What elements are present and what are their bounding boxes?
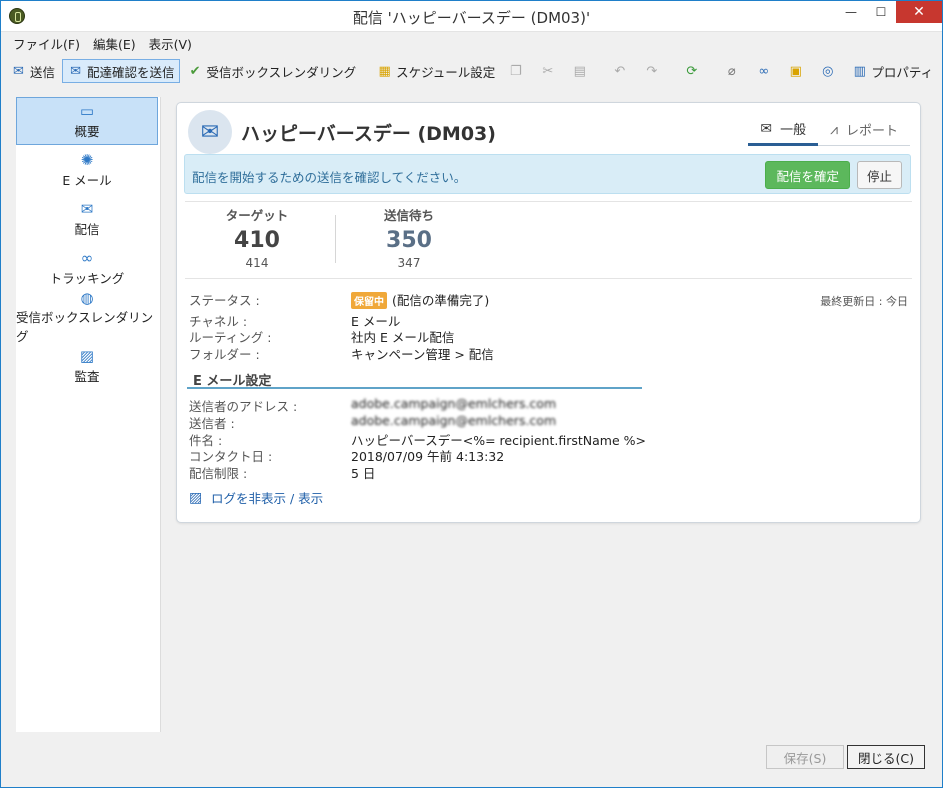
overview-card: ✉ ハッピーバースデー (DM03) ✉ 一般 ⩘ レポート 配信を開始するため… bbox=[176, 102, 921, 523]
folder-label: フォルダー : bbox=[189, 347, 260, 362]
copy-icon: ❐ bbox=[509, 63, 522, 79]
schedule-button[interactable]: ▦ スケジュール設定 bbox=[371, 59, 500, 83]
send-button[interactable]: ✉ 送信 bbox=[5, 59, 60, 83]
globe-icon: ◍ bbox=[80, 289, 94, 307]
page-title: ハッピーバースデー (DM03) bbox=[241, 123, 496, 145]
refresh-icon: ⟳ bbox=[686, 63, 698, 79]
delivery-limit-label: 配信制限 : bbox=[189, 466, 248, 481]
minimize-button[interactable]: — bbox=[836, 1, 866, 23]
confirm-banner: 配信を開始するための送信を確認してください。 配信を確定 停止 bbox=[184, 154, 911, 194]
target-icon: ◎ bbox=[822, 63, 834, 79]
save-button[interactable]: 保存(S) bbox=[766, 745, 844, 769]
sidebar-item-tracking[interactable]: ∞ トラッキング bbox=[16, 244, 158, 292]
close-window-button[interactable]: ✕ bbox=[896, 1, 942, 23]
sidebar-item-email[interactable]: ✺ E メール bbox=[16, 146, 158, 194]
section-underline bbox=[187, 387, 642, 389]
pending-stat: 送信待ち 350 347 bbox=[334, 205, 484, 270]
status-badge: 保留中 bbox=[351, 292, 387, 309]
calendar-icon: ▦ bbox=[378, 63, 391, 79]
audit-icon: ▨ bbox=[79, 347, 95, 365]
divider bbox=[185, 201, 912, 202]
link-icon: ∞ bbox=[758, 63, 770, 79]
refresh-button[interactable]: ⟳ bbox=[678, 59, 708, 83]
cut-icon: ✂ bbox=[542, 63, 554, 79]
undo-icon: ↶ bbox=[614, 63, 626, 79]
tracking-icon: ∞ bbox=[80, 249, 94, 267]
delivery-icon: ✉ bbox=[80, 200, 94, 218]
paste-icon: ▤ bbox=[573, 63, 586, 79]
menu-file[interactable]: ファイル(F) bbox=[7, 32, 87, 54]
view-tabs: ✉ 一般 ⩘ レポート bbox=[748, 119, 910, 146]
target-button[interactable]: ◎ bbox=[814, 59, 844, 83]
offer-button[interactable]: ▣ bbox=[782, 59, 812, 83]
target-stat: ターゲット 410 414 bbox=[182, 205, 332, 270]
cut-button[interactable]: ✂ bbox=[534, 59, 564, 83]
pending-label: 送信待ち bbox=[383, 208, 434, 223]
delivery-avatar-icon: ✉ bbox=[188, 110, 232, 154]
window-title: 配信 'ハッピーバースデー (DM03)' bbox=[352, 9, 591, 27]
sidebar-item-inbox-rendering[interactable]: ◍ 受信ボックスレンダリング bbox=[16, 289, 158, 344]
proof-envelope-icon: ✉ bbox=[70, 63, 81, 79]
send-proof-button[interactable]: ✉ 配達確認を送信 bbox=[62, 59, 180, 83]
overview-icon: ▭ bbox=[79, 102, 95, 120]
pending-value: 350 bbox=[386, 228, 432, 253]
inbox-rendering-button[interactable]: ✔ 受信ボックスレンダリング bbox=[182, 59, 362, 83]
paste-button[interactable]: ▤ bbox=[566, 59, 596, 83]
sidebar-item-audit[interactable]: ▨ 監査 bbox=[16, 342, 158, 390]
delivery-limit-value: 5 日 bbox=[351, 466, 376, 481]
close-button[interactable]: 閉じる(C) bbox=[847, 745, 925, 769]
confirm-delivery-button[interactable]: 配信を確定 bbox=[765, 161, 850, 189]
stop-button[interactable]: 停止 bbox=[856, 161, 902, 189]
sidebar: ▭ 概要 ✺ E メール ✉ 配信 ∞ トラッキング ◍ 受信ボックスレンダリン… bbox=[16, 97, 161, 732]
link-button[interactable]: ∞ bbox=[750, 59, 780, 83]
maximize-button[interactable]: ☐ bbox=[866, 1, 896, 23]
delivery-limit-row: 配信制限 : 5 日 bbox=[189, 463, 375, 482]
window-controls: — ☐ ✕ bbox=[836, 1, 942, 23]
menu-view[interactable]: 表示(V) bbox=[143, 32, 199, 54]
status-label: ステータス : bbox=[189, 293, 260, 308]
email-icon: ✺ bbox=[80, 151, 94, 169]
attachment-button[interactable]: ⌀ bbox=[718, 59, 748, 83]
delivery-window: 配信 'ハッピーバースデー (DM03)' — ☐ ✕ ファイル(F) 編集(E… bbox=[0, 0, 943, 788]
status-row: ステータス : 保留中 (配信の準備完了) bbox=[189, 290, 489, 309]
clipboard-icon: ▥ bbox=[853, 63, 866, 79]
target-sub: 414 bbox=[245, 256, 269, 270]
redo-icon: ↷ bbox=[646, 63, 658, 79]
banner-message: 配信を開始するための送信を確認してください。 bbox=[192, 170, 467, 185]
last-updated: 最終更新日 : 今日 bbox=[820, 295, 908, 308]
target-label: ターゲット bbox=[225, 208, 289, 223]
target-value: 410 bbox=[234, 228, 280, 253]
folder-value: キャンペーン管理 > 配信 bbox=[351, 347, 494, 362]
envelope-icon: ✉ bbox=[13, 63, 24, 79]
tab-general[interactable]: ✉ 一般 bbox=[748, 119, 819, 146]
sidebar-item-delivery[interactable]: ✉ 配信 bbox=[16, 195, 158, 243]
folder-row: フォルダー : キャンペーン管理 > 配信 bbox=[189, 344, 494, 363]
gift-icon: ▣ bbox=[789, 63, 802, 79]
status-value: (配信の準備完了) bbox=[392, 293, 490, 308]
pending-sub: 347 bbox=[397, 256, 421, 270]
divider bbox=[185, 278, 912, 279]
tab-report[interactable]: ⩘ レポート bbox=[818, 119, 910, 146]
redo-button[interactable]: ↷ bbox=[638, 59, 668, 83]
paperclip-icon: ⌀ bbox=[727, 63, 736, 79]
properties-button[interactable]: ▥ プロパティ bbox=[846, 59, 938, 83]
toolbar: ✉ 送信 ✉ 配達確認を送信 ✔ 受信ボックスレンダリング ▦ スケジュール設定… bbox=[5, 57, 938, 85]
toggle-log-link[interactable]: ▨ ログを非表示 / 表示 bbox=[189, 488, 323, 507]
envelope-icon: ✉ bbox=[760, 120, 773, 137]
menu-edit[interactable]: 編集(E) bbox=[87, 32, 143, 54]
sidebar-item-overview[interactable]: ▭ 概要 bbox=[16, 97, 158, 145]
line-chart-icon: ⩘ bbox=[830, 121, 838, 138]
log-icon: ▨ bbox=[189, 489, 203, 506]
title-bar: 配信 'ハッピーバースデー (DM03)' — ☐ ✕ bbox=[1, 1, 942, 32]
copy-button[interactable]: ❐ bbox=[502, 59, 532, 83]
inbox-check-icon: ✔ bbox=[189, 63, 201, 79]
menu-bar: ファイル(F) 編集(E) 表示(V) bbox=[7, 32, 199, 54]
undo-button[interactable]: ↶ bbox=[606, 59, 636, 83]
